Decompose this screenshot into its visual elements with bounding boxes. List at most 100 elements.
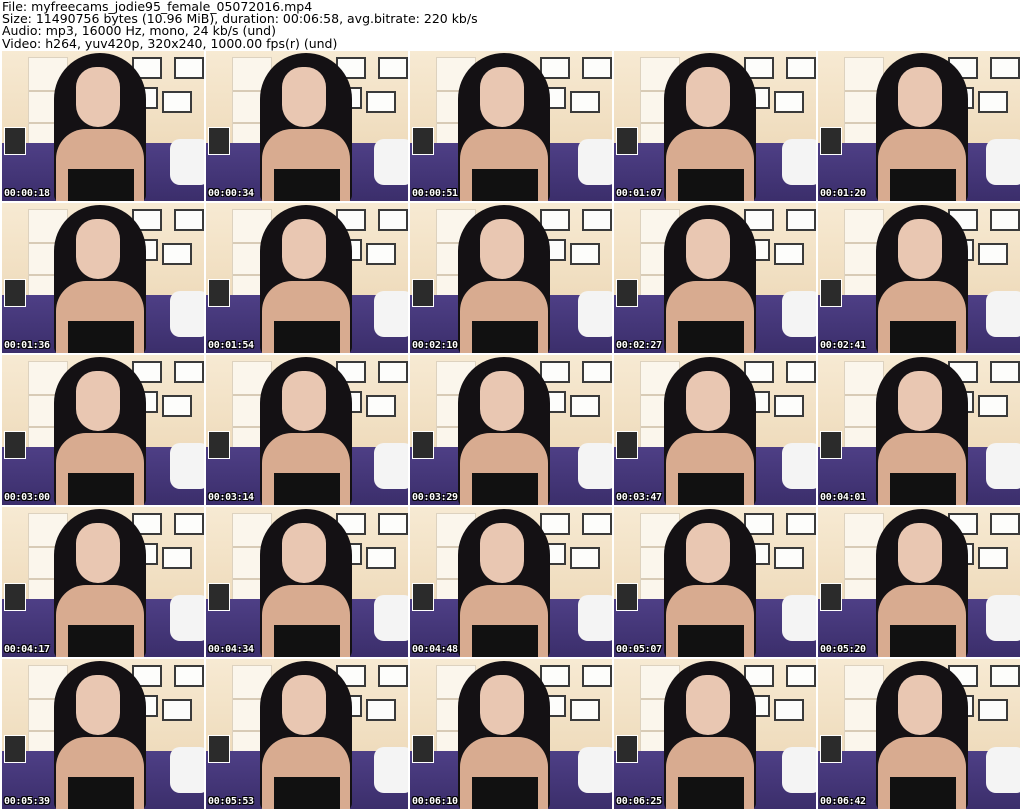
person-top [890,625,956,657]
timestamp-label: 00:05:53 [208,796,254,807]
video-thumbnail: 00:05:53 [206,659,408,809]
picture-frame [174,665,204,687]
person-top [472,169,538,201]
poster [208,735,230,763]
poster [4,279,26,307]
poster [4,583,26,611]
poster [820,279,842,307]
picture-frame [174,57,204,79]
pillow [170,747,204,793]
picture-frame [174,209,204,231]
picture-frame [162,699,192,721]
picture-frame [378,209,408,231]
pillow [170,139,204,185]
picture-frame [774,91,804,113]
pillow [782,291,816,337]
poster [412,127,434,155]
video-thumbnail: 00:02:41 [818,203,1020,353]
pillow [578,291,612,337]
picture-frame [366,395,396,417]
timestamp-label: 00:05:07 [616,644,662,655]
timestamp-label: 00:01:54 [208,340,254,351]
person-top [68,625,134,657]
video-thumbnail: 00:02:27 [614,203,816,353]
poster [208,279,230,307]
video-thumbnail: 00:01:36 [2,203,204,353]
timestamp-label: 00:01:07 [616,188,662,199]
picture-frame [978,395,1008,417]
person-top [274,777,340,809]
picture-frame [978,91,1008,113]
pillow [578,595,612,641]
video-thumbnail: 00:03:00 [2,355,204,505]
video-thumbnail: 00:06:10 [410,659,612,809]
timestamp-label: 00:00:51 [412,188,458,199]
picture-frame [570,547,600,569]
person-face [282,67,326,127]
picture-frame [378,665,408,687]
picture-frame [786,513,816,535]
picture-frame [174,513,204,535]
picture-frame [570,243,600,265]
pillow [374,291,408,337]
person-face [282,523,326,583]
poster [616,735,638,763]
timestamp-label: 00:03:14 [208,492,254,503]
pillow [782,139,816,185]
poster [208,127,230,155]
person-face [76,371,120,431]
poster [820,431,842,459]
picture-frame [582,209,612,231]
person-face [480,523,524,583]
picture-frame [540,665,570,687]
timestamp-label: 00:04:01 [820,492,866,503]
pillow [374,747,408,793]
person-face [282,675,326,735]
timestamp-label: 00:01:20 [820,188,866,199]
person-top [890,777,956,809]
video-thumbnail: 00:05:20 [818,507,1020,657]
timestamp-label: 00:00:18 [4,188,50,199]
picture-frame [570,395,600,417]
timestamp-label: 00:06:25 [616,796,662,807]
person-face [76,675,120,735]
person-face [76,67,120,127]
pillow [578,747,612,793]
pillow [782,595,816,641]
picture-frame [582,361,612,383]
timestamp-label: 00:05:20 [820,644,866,655]
person-top [274,473,340,505]
video-thumbnail: 00:05:07 [614,507,816,657]
video-thumbnail: 00:03:47 [614,355,816,505]
picture-frame [378,513,408,535]
picture-frame [540,209,570,231]
picture-frame [570,91,600,113]
pillow [374,443,408,489]
pillow [170,291,204,337]
poster [820,735,842,763]
pillow [986,595,1020,641]
video-thumbnail: 00:04:17 [2,507,204,657]
poster [412,583,434,611]
timestamp-label: 00:05:39 [4,796,50,807]
timestamp-label: 00:04:34 [208,644,254,655]
person-face [76,523,120,583]
person-top [678,625,744,657]
person-face [282,371,326,431]
picture-frame [774,547,804,569]
person-top [472,321,538,353]
picture-frame [174,361,204,383]
picture-frame [774,395,804,417]
pillow [578,139,612,185]
person-face [686,219,730,279]
person-face [480,67,524,127]
video-thumbnail: 00:00:51 [410,51,612,201]
video-thumbnail: 00:02:10 [410,203,612,353]
person-face [480,675,524,735]
video-thumbnail: 00:04:48 [410,507,612,657]
timestamp-label: 00:02:41 [820,340,866,351]
picture-frame [990,209,1020,231]
picture-frame [378,57,408,79]
picture-frame [570,699,600,721]
timestamp-label: 00:03:00 [4,492,50,503]
